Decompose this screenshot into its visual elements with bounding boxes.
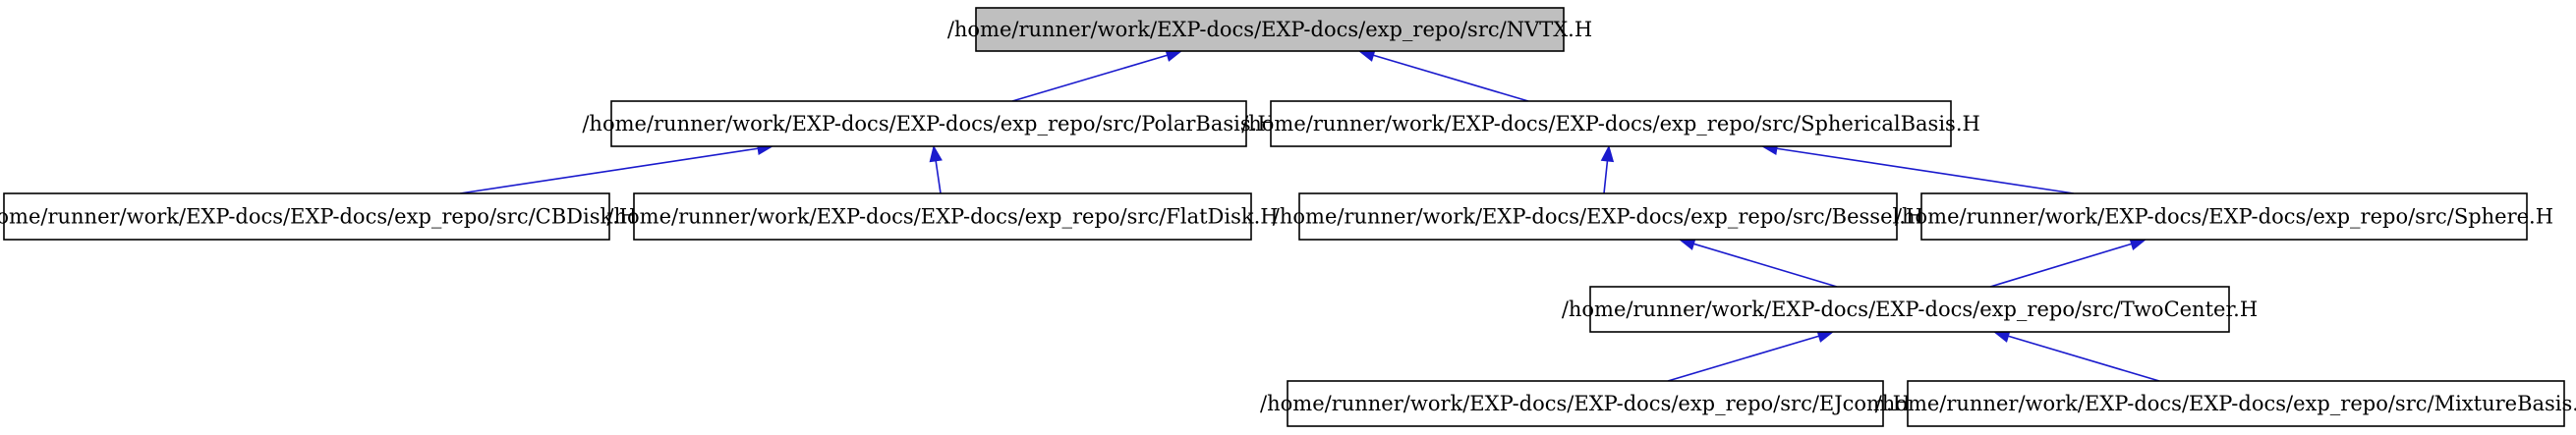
edge-mixture-to-twocenter [1992, 329, 2160, 382]
edge-bessel-to-spherical [1600, 144, 1615, 194]
node-flatdisk[interactable]: /home/runner/work/EXP-docs/EXP-docs/exp_… [606, 192, 1279, 241]
edge-line [935, 160, 942, 194]
arrowhead-icon [1600, 144, 1615, 163]
node-label: /home/runner/work/EXP-docs/EXP-docs/exp_… [1895, 205, 2553, 229]
edge-sphere-to-spherical [1760, 141, 2075, 194]
graph-nodes: /home/runner/work/EXP-docs/EXP-docs/exp_… [0, 7, 2576, 427]
node-label: /home/runner/work/EXP-docs/EXP-docs/exp_… [1562, 298, 2258, 321]
edge-twocenter-to-sphere [1989, 238, 2147, 288]
edge-line [1667, 335, 1819, 382]
node-label: /home/runner/work/EXP-docs/EXP-docs/exp_… [1241, 112, 1980, 136]
node-label: /home/runner/work/EXP-docs/EXP-docs/exp_… [1273, 205, 1923, 229]
edge-spherical-to-nvtx [1357, 48, 1529, 102]
node-bessel[interactable]: /home/runner/work/EXP-docs/EXP-docs/exp_… [1273, 192, 1923, 241]
node-nvtx[interactable]: /home/runner/work/EXP-docs/EXP-docs/exp_… [947, 7, 1592, 52]
node-label: /home/runner/work/EXP-docs/EXP-docs/exp_… [1875, 392, 2576, 415]
node-twocenter[interactable]: /home/runner/work/EXP-docs/EXP-docs/exp_… [1562, 286, 2258, 333]
include-dependency-graph: /home/runner/work/EXP-docs/EXP-docs/exp_… [0, 7, 2576, 427]
edge-polar-to-nvtx [1011, 48, 1183, 102]
edge-line [2008, 335, 2160, 382]
edge-line [1603, 160, 1609, 194]
edge-line [459, 147, 759, 194]
edge-ejcom-to-twocenter [1667, 329, 1835, 382]
edge-line [1693, 243, 1838, 288]
node-spherical[interactable]: /home/runner/work/EXP-docs/EXP-docs/exp_… [1241, 100, 1980, 147]
edge-flatdisk-to-polar [929, 144, 943, 194]
edge-line [1373, 54, 1529, 102]
edge-line [1011, 54, 1168, 102]
node-label: /home/runner/work/EXP-docs/EXP-docs/exp_… [0, 205, 637, 229]
edge-twocenter-to-bessel [1678, 237, 1838, 288]
edge-cbdisk-to-polar [459, 141, 774, 194]
edge-line [1989, 243, 2132, 288]
node-mixture[interactable]: /home/runner/work/EXP-docs/EXP-docs/exp_… [1875, 380, 2576, 427]
node-polar[interactable]: /home/runner/work/EXP-docs/EXP-docs/exp_… [582, 100, 1276, 147]
node-label: /home/runner/work/EXP-docs/EXP-docs/exp_… [606, 205, 1278, 229]
node-cbdisk[interactable]: /home/runner/work/EXP-docs/EXP-docs/exp_… [0, 192, 637, 241]
node-label: /home/runner/work/EXP-docs/EXP-docs/exp_… [947, 18, 1592, 41]
node-sphere[interactable]: /home/runner/work/EXP-docs/EXP-docs/exp_… [1895, 192, 2553, 241]
node-label: /home/runner/work/EXP-docs/EXP-docs/exp_… [582, 112, 1275, 136]
node-ejcom[interactable]: /home/runner/work/EXP-docs/EXP-docs/exp_… [1260, 380, 1911, 427]
node-label: /home/runner/work/EXP-docs/EXP-docs/exp_… [1260, 392, 1911, 415]
arrowhead-icon [929, 144, 943, 163]
edge-line [1776, 147, 2075, 194]
